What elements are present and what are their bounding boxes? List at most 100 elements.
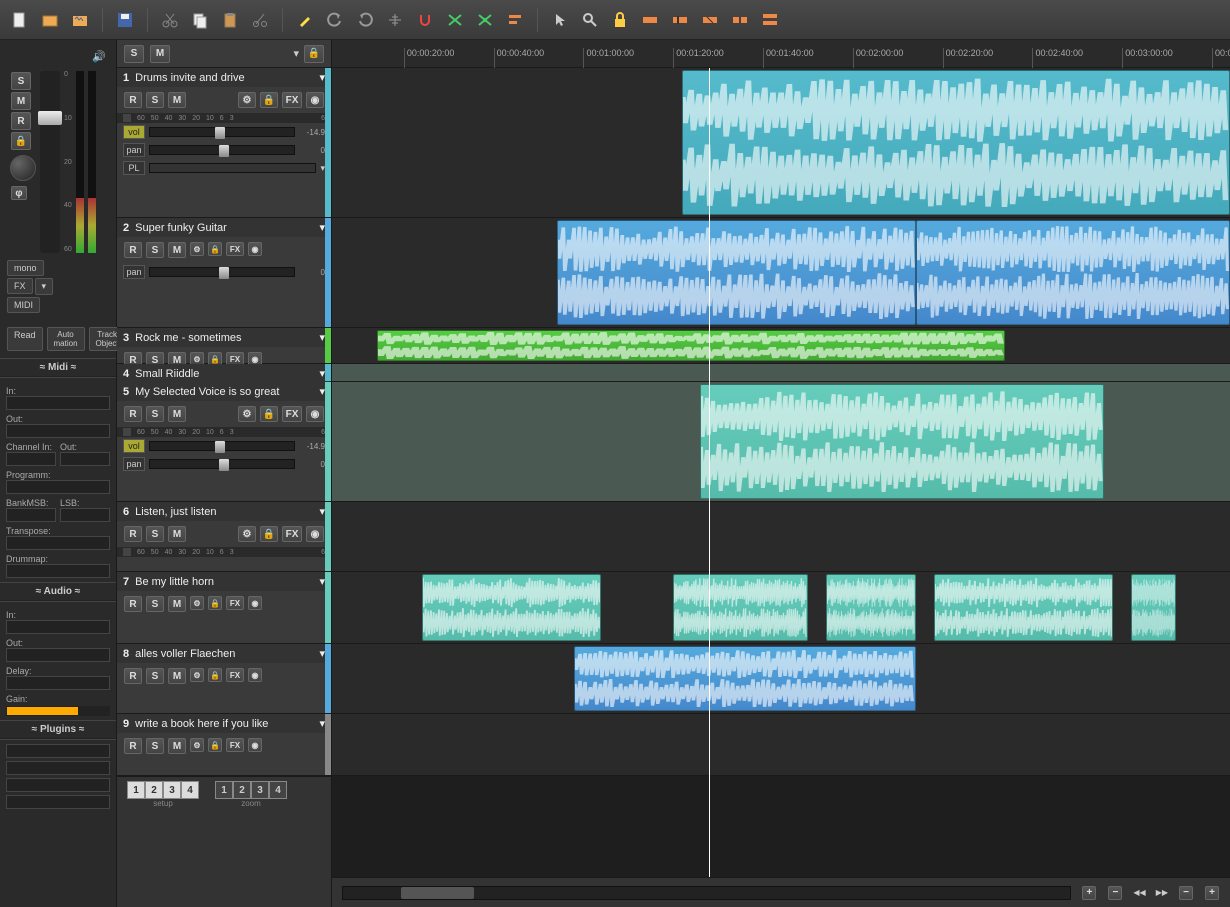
delay-input[interactable] bbox=[6, 676, 110, 690]
track-m-button[interactable]: M bbox=[168, 668, 186, 684]
plugin-icon[interactable]: ◉ bbox=[248, 738, 262, 752]
track-s-button[interactable]: S bbox=[146, 738, 164, 754]
tab-read[interactable]: Read bbox=[7, 327, 43, 351]
track-lane-6[interactable] bbox=[332, 502, 1230, 572]
gear-icon[interactable]: ⚙ bbox=[190, 668, 204, 682]
master-mute-button[interactable]: M bbox=[11, 92, 31, 110]
nav-right-icon[interactable]: ▶▶ bbox=[1156, 888, 1168, 897]
lock-icon[interactable]: 🔒 bbox=[208, 738, 222, 752]
lock-icon[interactable]: 🔒 bbox=[260, 92, 278, 108]
grid-icon[interactable] bbox=[383, 8, 407, 32]
programm-select[interactable] bbox=[6, 480, 110, 494]
lock-icon[interactable]: 🔒 bbox=[208, 596, 222, 610]
plugin-slot-4[interactable] bbox=[6, 795, 110, 809]
fx-button[interactable]: FX bbox=[282, 406, 302, 422]
bankmsb-select[interactable] bbox=[6, 508, 56, 522]
midi-out-select[interactable] bbox=[6, 424, 110, 438]
channel-in-select[interactable] bbox=[6, 452, 56, 466]
time-ruler[interactable]: 00:00:20:0000:00:40:0000:01:00:0000:01:2… bbox=[332, 40, 1230, 68]
align-icon[interactable] bbox=[503, 8, 527, 32]
track-header-1[interactable]: 1Drums invite and drive▾RSM⚙🔒FX◉60504030… bbox=[117, 68, 331, 218]
audio-clip[interactable] bbox=[700, 384, 1104, 499]
track-r-button[interactable]: R bbox=[124, 668, 142, 684]
audio-clip[interactable] bbox=[682, 70, 1230, 215]
phase-button[interactable]: φ bbox=[11, 186, 27, 200]
save-icon[interactable] bbox=[113, 8, 137, 32]
gear-icon[interactable]: ⚙ bbox=[238, 526, 256, 542]
gear-icon[interactable]: ⚙ bbox=[238, 92, 256, 108]
gain-slider[interactable] bbox=[7, 707, 78, 715]
speaker-icon[interactable]: 🔊 bbox=[92, 51, 106, 63]
channel-out-select[interactable] bbox=[60, 452, 110, 466]
arrangement-canvas[interactable] bbox=[332, 68, 1230, 877]
vol-slider[interactable] bbox=[149, 127, 295, 137]
track-lane-2[interactable] bbox=[332, 218, 1230, 328]
track-r-button[interactable]: R bbox=[124, 526, 142, 542]
master-lock-button[interactable]: 🔒 bbox=[11, 132, 31, 150]
master-fader[interactable] bbox=[40, 71, 60, 253]
gear-icon[interactable]: ⚙ bbox=[190, 738, 204, 752]
redo-icon[interactable] bbox=[353, 8, 377, 32]
plugin-slot-3[interactable] bbox=[6, 778, 110, 792]
track-header-8[interactable]: 8alles voller Flaechen▾RSM⚙🔒FX◉ bbox=[117, 644, 331, 714]
zoom-1[interactable]: 1 bbox=[215, 781, 233, 799]
audio-clip[interactable] bbox=[673, 574, 808, 641]
audio-clip[interactable] bbox=[826, 574, 916, 641]
audio-out-select[interactable] bbox=[6, 648, 110, 662]
zoom-4[interactable]: 4 bbox=[269, 781, 287, 799]
lock-icon[interactable]: 🔒 bbox=[260, 526, 278, 542]
fx-button[interactable]: FX bbox=[226, 242, 244, 256]
track-r-button[interactable]: R bbox=[124, 406, 142, 422]
setup-3[interactable]: 3 bbox=[163, 781, 181, 799]
nav-left-icon[interactable]: ◀◀ bbox=[1133, 888, 1145, 897]
plugin-icon[interactable]: ◉ bbox=[248, 668, 262, 682]
plugins-panel-header[interactable]: ≈ Plugins ≈ bbox=[0, 720, 116, 739]
fx-button[interactable]: FX bbox=[226, 738, 244, 752]
track-header-6[interactable]: 6Listen, just listen▾RSM⚙🔒FX◉60504030201… bbox=[117, 502, 331, 572]
audio-clip[interactable] bbox=[916, 220, 1230, 325]
audio-in-select[interactable] bbox=[6, 620, 110, 634]
tab-automation[interactable]: Auto mation bbox=[47, 327, 85, 351]
gear-icon[interactable]: ⚙ bbox=[238, 406, 256, 422]
track-s-button[interactable]: S bbox=[146, 526, 164, 542]
plugin-slot-2[interactable] bbox=[6, 761, 110, 775]
midi-panel-header[interactable]: ≈ Midi ≈ bbox=[0, 358, 116, 377]
lock-icon[interactable]: 🔒 bbox=[208, 668, 222, 682]
track-s-button[interactable]: S bbox=[146, 92, 164, 108]
track-s-button[interactable]: S bbox=[146, 406, 164, 422]
track-m-button[interactable]: M bbox=[168, 242, 186, 258]
fx-button[interactable]: FX bbox=[7, 278, 33, 294]
pan-knob[interactable] bbox=[10, 155, 36, 181]
lock-tracks-button[interactable]: 🔒 bbox=[304, 45, 324, 63]
new-file-icon[interactable] bbox=[8, 8, 32, 32]
track-r-button[interactable]: R bbox=[124, 738, 142, 754]
track-r-button[interactable]: R bbox=[124, 596, 142, 612]
range4-icon[interactable] bbox=[728, 8, 752, 32]
audio-clip[interactable] bbox=[934, 574, 1114, 641]
midi-button[interactable]: MIDI bbox=[7, 297, 40, 313]
track-r-button[interactable]: R bbox=[124, 242, 142, 258]
fx-button[interactable]: FX bbox=[226, 596, 244, 610]
track-m-button[interactable]: M bbox=[168, 596, 186, 612]
scroll-plus-icon[interactable]: + bbox=[1082, 886, 1096, 900]
scroll-minus-icon[interactable]: − bbox=[1108, 886, 1122, 900]
zoom-3[interactable]: 3 bbox=[251, 781, 269, 799]
plugin-icon[interactable]: ◉ bbox=[306, 92, 324, 108]
track-lane-7[interactable] bbox=[332, 572, 1230, 644]
audio-clip[interactable] bbox=[574, 646, 915, 711]
track-s-button[interactable]: S bbox=[146, 668, 164, 684]
zoom-icon[interactable] bbox=[578, 8, 602, 32]
pointer-icon[interactable] bbox=[548, 8, 572, 32]
track-header-9[interactable]: 9write a book here if you like▾RSM⚙🔒FX◉ bbox=[117, 714, 331, 776]
track-lane-5[interactable] bbox=[332, 382, 1230, 502]
transpose-select[interactable] bbox=[6, 536, 110, 550]
zoom-2[interactable]: 2 bbox=[233, 781, 251, 799]
drummap-select[interactable] bbox=[6, 564, 110, 578]
cut-icon[interactable] bbox=[158, 8, 182, 32]
lock-icon[interactable] bbox=[608, 8, 632, 32]
import-audio-icon[interactable] bbox=[68, 8, 92, 32]
paste-icon[interactable] bbox=[218, 8, 242, 32]
track-m-button[interactable]: M bbox=[168, 92, 186, 108]
setup-2[interactable]: 2 bbox=[145, 781, 163, 799]
fx-dropdown[interactable]: ▾ bbox=[35, 278, 54, 295]
